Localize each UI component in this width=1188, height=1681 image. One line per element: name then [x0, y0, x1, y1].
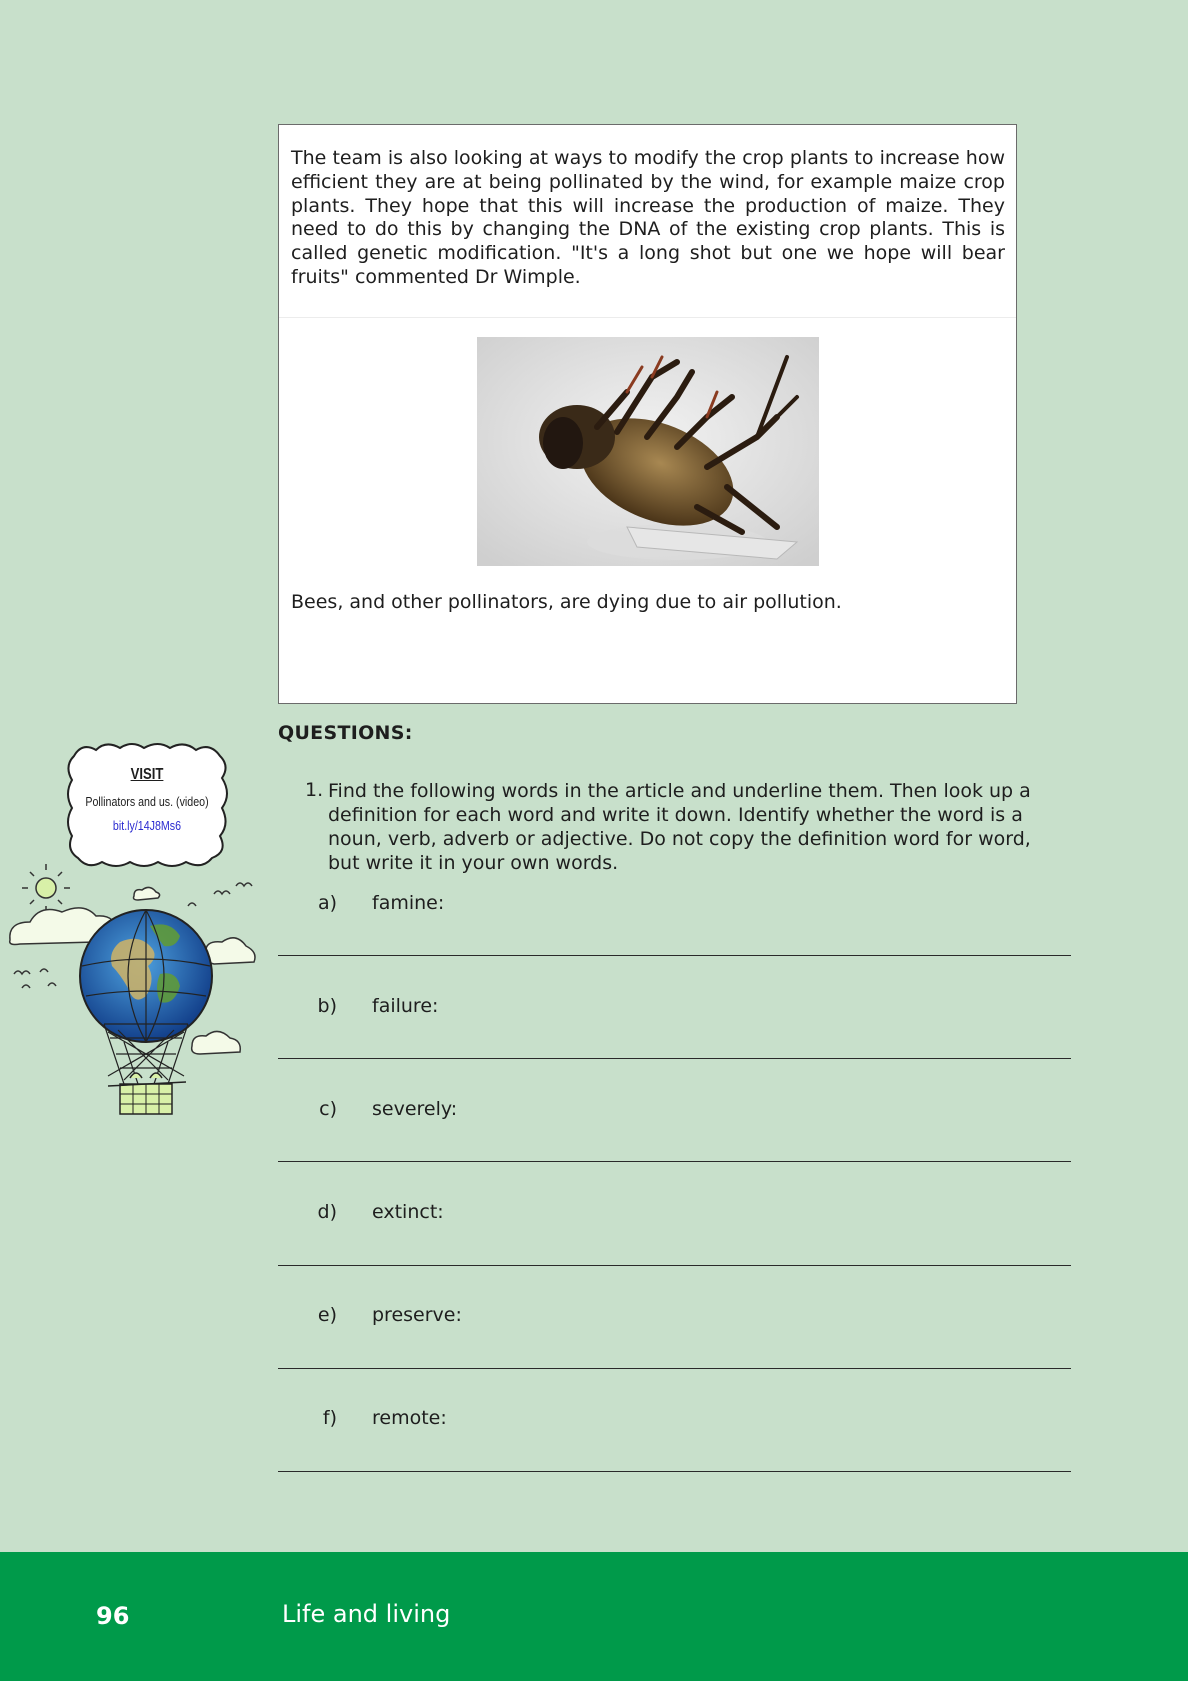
sub-item-label: b): [317, 995, 337, 1017]
answer-line-failure[interactable]: [278, 1058, 1071, 1059]
page-footer: 96 Life and living: [0, 1552, 1188, 1681]
article-box: The team is also looking at ways to modi…: [278, 124, 1017, 704]
sub-item-word: remote:: [372, 1407, 447, 1429]
answer-line-preserve[interactable]: [278, 1368, 1071, 1369]
sub-item-word: severely:: [372, 1098, 458, 1120]
visit-note: VISIT Pollinators and us. (video) bit.ly…: [62, 738, 232, 872]
globe-hot-air-balloon-icon: [8, 864, 256, 1115]
questions-heading: QUESTIONS:: [278, 722, 413, 744]
page-number: 96: [96, 1602, 130, 1630]
question-number: 1.: [305, 779, 324, 801]
sub-item-word: failure:: [372, 995, 439, 1017]
article-divider: [279, 317, 1016, 318]
answer-line-extinct[interactable]: [278, 1265, 1071, 1266]
answer-line-remote[interactable]: [278, 1471, 1071, 1472]
article-paragraph: The team is also looking at ways to modi…: [291, 147, 1005, 288]
section-title: Life and living: [282, 1600, 451, 1628]
sub-item-label: d): [317, 1201, 337, 1223]
dead-bee-photo: [477, 337, 819, 566]
sub-item-label: f): [322, 1407, 337, 1429]
question-text: Find the following words in the article …: [328, 780, 1031, 874]
sub-item-word: famine:: [372, 892, 445, 914]
visit-link[interactable]: bit.ly/14J8Ms6: [77, 818, 216, 833]
sub-item-label: a): [317, 892, 337, 914]
answer-line-severely[interactable]: [278, 1161, 1071, 1162]
sub-item-word: preserve:: [372, 1304, 462, 1326]
sub-item-word: extinct:: [372, 1201, 444, 1223]
sub-item-label: e): [317, 1304, 337, 1326]
sub-item-label: c): [319, 1098, 337, 1120]
answer-line-famine[interactable]: [278, 955, 1071, 956]
visit-title: VISIT: [130, 766, 164, 783]
photo-caption: Bees, and other pollinators, are dying d…: [291, 591, 842, 613]
visit-description: Pollinators and us. (video): [85, 794, 209, 809]
